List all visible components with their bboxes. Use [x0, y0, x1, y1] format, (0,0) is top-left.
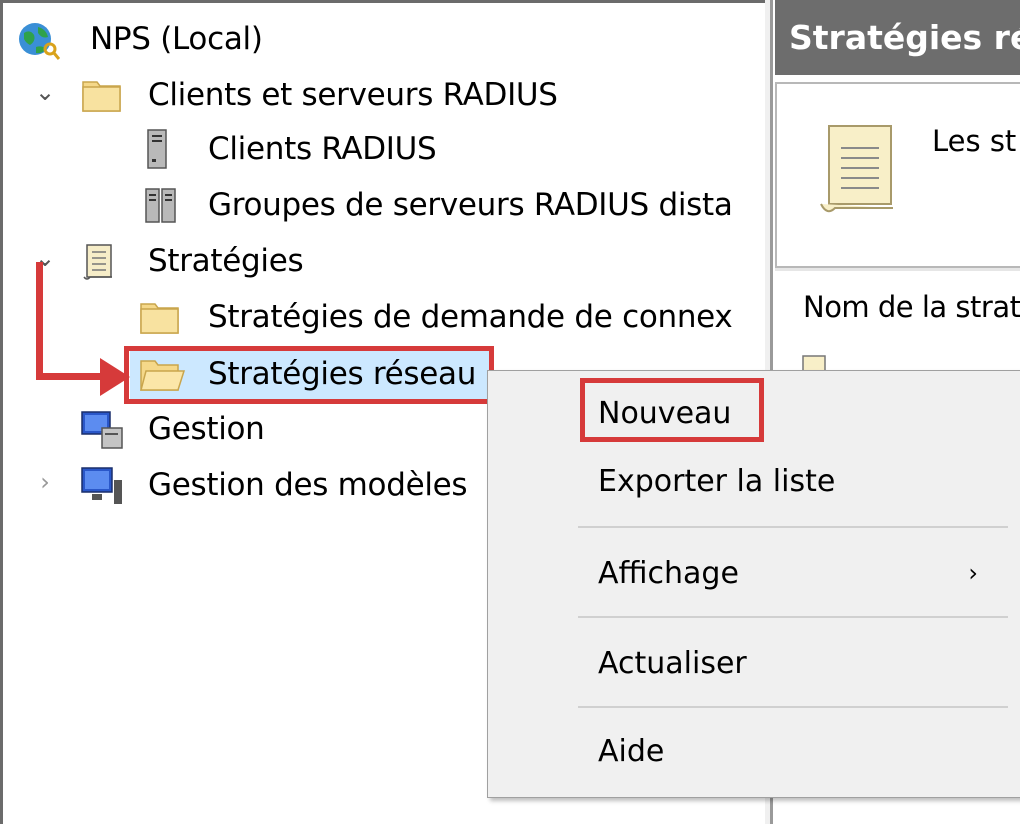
- globe-key-icon: [19, 23, 60, 60]
- details-pane-header: Stratégies ré: [775, 0, 1020, 75]
- tree-item-label: Stratégies de demande de connex: [208, 299, 733, 335]
- menu-item-label: Actualiser: [598, 645, 747, 681]
- folder-icon: [82, 81, 121, 112]
- annotation-highlight-network-policies: [124, 346, 494, 404]
- menu-item-export-list[interactable]: Exporter la liste: [488, 451, 1018, 511]
- tree-item-label: Gestion des modèles: [148, 467, 468, 503]
- chevron-down-icon[interactable]: ⌄: [30, 244, 60, 272]
- server-icon: [147, 129, 167, 169]
- annotation-highlight-new: [580, 378, 764, 442]
- policy-scroll-icon: [820, 125, 893, 213]
- details-description-panel: Les st: [775, 82, 1020, 268]
- menu-item-view[interactable]: Affichage ›: [488, 543, 1018, 603]
- tree-item-radius-clients[interactable]: Clients RADIUS: [140, 124, 437, 174]
- tree-item-label: Clients RADIUS: [208, 131, 437, 167]
- tree-item-management[interactable]: Gestion: [80, 404, 265, 454]
- tree-item-remote-radius-groups[interactable]: Groupes de serveurs RADIUS dista: [140, 180, 733, 230]
- menu-item-label: Aide: [598, 733, 665, 769]
- tree-item-nps-local[interactable]: NPS (Local): [16, 14, 263, 64]
- server-group-icon: [145, 188, 176, 223]
- scroll-policy-icon: [83, 244, 112, 280]
- tree-item-policies[interactable]: ⌄ Stratégies: [30, 236, 304, 286]
- computer-management-icon: [81, 411, 123, 449]
- menu-item-label: Affichage: [598, 555, 739, 591]
- menu-separator: [578, 706, 1008, 708]
- tree-item-label: Groupes de serveurs RADIUS dista: [208, 187, 733, 223]
- chevron-down-icon[interactable]: ⌄: [30, 78, 60, 106]
- chevron-right-icon[interactable]: ›: [30, 468, 60, 496]
- tree-item-label: Clients et serveurs RADIUS: [148, 77, 558, 113]
- details-description-text: Les st: [932, 124, 1017, 158]
- chevron-right-icon: ›: [968, 559, 978, 587]
- annotation-arrow-horizontal: [36, 373, 108, 380]
- tree-item-label: Stratégies: [148, 243, 304, 279]
- tree-item-label: NPS (Local): [90, 21, 263, 57]
- divider: [775, 268, 1020, 271]
- folder-icon: [140, 303, 179, 334]
- tree-item-radius-clients-servers[interactable]: ⌄ Clients et serveurs RADIUS: [30, 70, 558, 120]
- tree-item-label: Gestion: [148, 411, 265, 447]
- column-header-policy-name[interactable]: Nom de la strat: [803, 290, 1020, 324]
- menu-item-refresh[interactable]: Actualiser: [488, 633, 1018, 693]
- menu-item-label: Exporter la liste: [598, 463, 836, 499]
- menu-separator: [578, 616, 1008, 618]
- tree-item-connection-request-policies[interactable]: Stratégies de demande de connex: [140, 292, 733, 342]
- tree-item-template-management[interactable]: › Gestion des modèles: [30, 460, 468, 510]
- annotation-arrow-vertical: [36, 262, 43, 380]
- template-management-icon: [81, 467, 122, 504]
- menu-separator: [578, 526, 1008, 528]
- menu-item-help[interactable]: Aide: [488, 721, 1018, 781]
